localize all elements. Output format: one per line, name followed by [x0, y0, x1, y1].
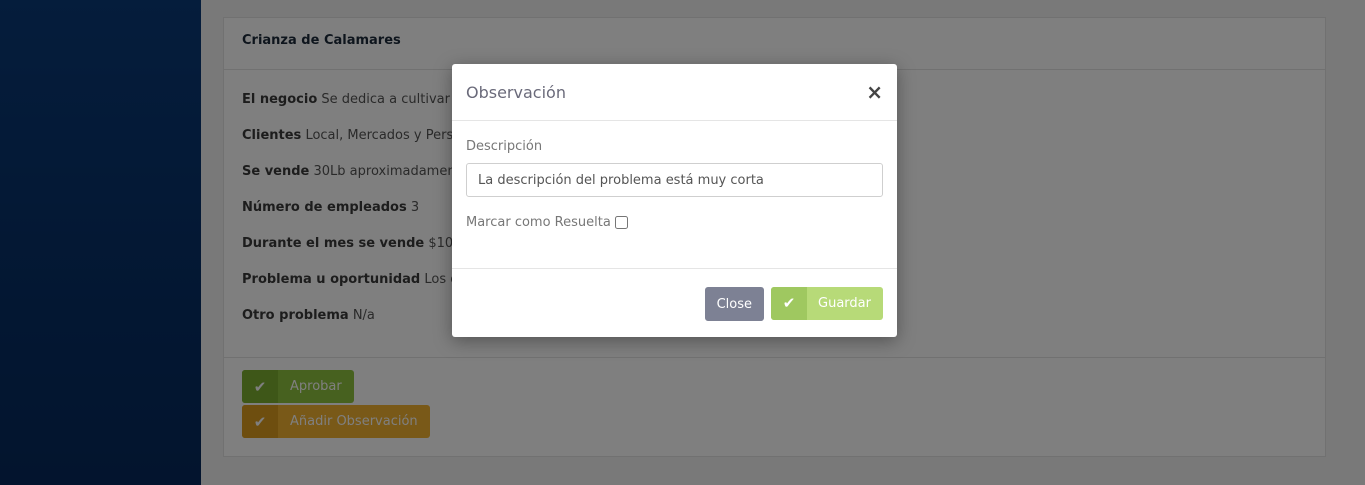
- modal-title: Observación: [466, 82, 566, 102]
- app-window: Crianza de Calamares El negocio Se dedic…: [0, 0, 1365, 485]
- resolved-label: Marcar como Resuelta: [466, 215, 611, 230]
- description-label: Descripción: [466, 139, 543, 154]
- resolved-checkbox[interactable]: [614, 216, 628, 229]
- observation-modal: Observación × Descripción Marcar como Re…: [452, 64, 897, 337]
- save-button[interactable]: ✔ Guardar: [771, 286, 883, 320]
- resolved-row: Marcar como Resuelta: [466, 215, 883, 230]
- close-icon[interactable]: ×: [866, 82, 883, 102]
- check-icon: ✔: [771, 286, 808, 320]
- modal-footer: Close ✔ Guardar: [452, 269, 897, 337]
- save-button-label: Guardar: [818, 295, 871, 311]
- modal-body: Descripción Marcar como Resuelta: [452, 121, 897, 269]
- description-input[interactable]: [466, 163, 883, 197]
- modal-header: Observación ×: [452, 64, 897, 121]
- close-button[interactable]: Close: [704, 287, 765, 321]
